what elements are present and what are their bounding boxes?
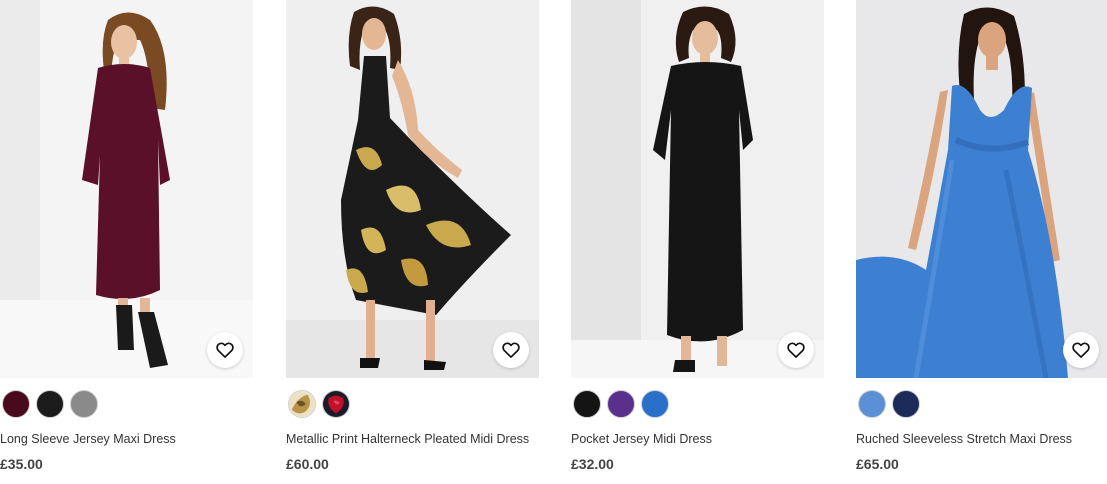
heart-icon — [502, 342, 520, 358]
product-image[interactable] — [286, 0, 539, 378]
product-card: Metallic Print Halterneck Pleated Midi D… — [286, 0, 539, 484]
product-name[interactable]: Long Sleeve Jersey Maxi Dress — [0, 432, 260, 446]
color-swatch-red-print[interactable] — [322, 390, 350, 418]
color-swatch-light-blue[interactable] — [858, 390, 886, 418]
product-image[interactable] — [0, 0, 253, 378]
product-card: Long Sleeve Jersey Maxi Dress £35.00 — [0, 0, 253, 484]
heart-icon — [787, 342, 805, 358]
product-name[interactable]: Pocket Jersey Midi Dress — [571, 432, 831, 446]
product-card: Ruched Sleeveless Stretch Maxi Dress £65… — [856, 0, 1107, 484]
heart-icon — [216, 342, 234, 358]
product-card: Pocket Jersey Midi Dress £32.00 — [571, 0, 824, 484]
product-name[interactable]: Metallic Print Halterneck Pleated Midi D… — [286, 432, 546, 446]
color-swatch-blue[interactable] — [641, 390, 669, 418]
heart-icon — [1072, 342, 1090, 358]
color-swatches — [573, 390, 669, 418]
wishlist-button[interactable] — [778, 332, 814, 368]
color-swatch-grey[interactable] — [70, 390, 98, 418]
color-swatches — [2, 390, 98, 418]
color-swatches — [288, 390, 350, 418]
product-image[interactable] — [571, 0, 824, 378]
color-swatch-gold-print[interactable] — [288, 390, 316, 418]
model-photo — [0, 0, 253, 378]
product-price: £65.00 — [856, 456, 899, 472]
wishlist-button[interactable] — [1063, 332, 1099, 368]
wishlist-button[interactable] — [493, 332, 529, 368]
product-price: £32.00 — [571, 456, 614, 472]
wishlist-button[interactable] — [207, 332, 243, 368]
product-name[interactable]: Ruched Sleeveless Stretch Maxi Dress — [856, 432, 1107, 446]
color-swatch-burgundy[interactable] — [2, 390, 30, 418]
model-photo — [571, 0, 824, 378]
model-photo — [286, 0, 539, 378]
color-swatch-black[interactable] — [573, 390, 601, 418]
color-swatch-navy[interactable] — [892, 390, 920, 418]
model-photo — [856, 0, 1107, 378]
product-grid: Long Sleeve Jersey Maxi Dress £35.00 Met… — [0, 0, 1107, 484]
color-swatch-purple[interactable] — [607, 390, 635, 418]
product-price: £60.00 — [286, 456, 329, 472]
product-price: £35.00 — [0, 456, 43, 472]
color-swatches — [858, 390, 920, 418]
color-swatch-black[interactable] — [36, 390, 64, 418]
product-image[interactable] — [856, 0, 1107, 378]
